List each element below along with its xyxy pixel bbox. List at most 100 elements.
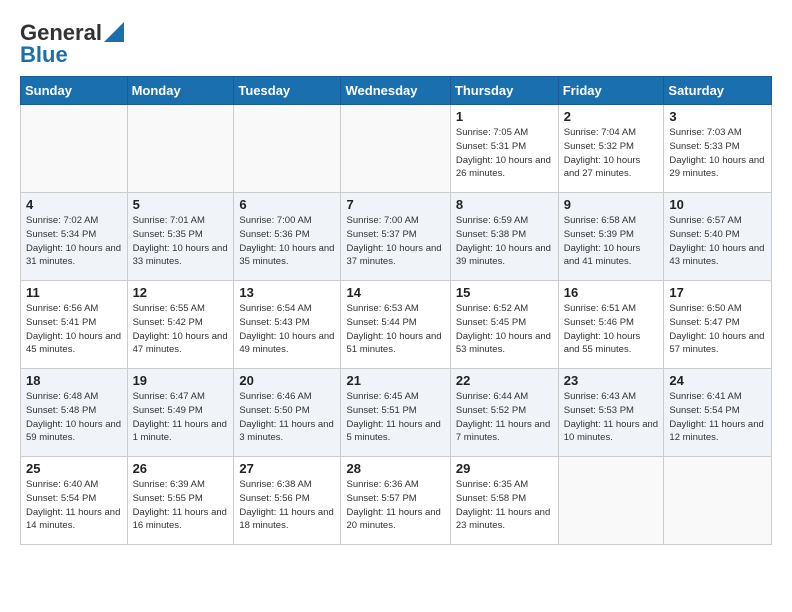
day-info: Sunrise: 6:55 AM Sunset: 5:42 PM Dayligh…: [133, 302, 229, 357]
day-info: Sunrise: 6:48 AM Sunset: 5:48 PM Dayligh…: [26, 390, 122, 445]
day-info: Sunrise: 6:53 AM Sunset: 5:44 PM Dayligh…: [346, 302, 444, 357]
day-number: 23: [564, 373, 659, 388]
day-number: 25: [26, 461, 122, 476]
day-info: Sunrise: 6:56 AM Sunset: 5:41 PM Dayligh…: [26, 302, 122, 357]
weekday-header-sunday: Sunday: [21, 77, 128, 105]
day-info: Sunrise: 6:39 AM Sunset: 5:55 PM Dayligh…: [133, 478, 229, 533]
day-number: 26: [133, 461, 229, 476]
weekday-header-thursday: Thursday: [450, 77, 558, 105]
calendar-cell: 19 Sunrise: 6:47 AM Sunset: 5:49 PM Dayli…: [127, 369, 234, 457]
calendar-cell: 28 Sunrise: 6:36 AM Sunset: 5:57 PM Dayli…: [341, 457, 450, 545]
day-number: 8: [456, 197, 553, 212]
day-info: Sunrise: 7:02 AM Sunset: 5:34 PM Dayligh…: [26, 214, 122, 269]
day-number: 2: [564, 109, 659, 124]
calendar-cell: 20 Sunrise: 6:46 AM Sunset: 5:50 PM Dayli…: [234, 369, 341, 457]
day-number: 27: [239, 461, 335, 476]
calendar-cell: 12Sunrise: 6:55 AM Sunset: 5:42 PM Dayli…: [127, 281, 234, 369]
calendar-cell: 2 Sunrise: 7:04 AM Sunset: 5:32 PM Daylig…: [558, 105, 664, 193]
logo-icon: [104, 22, 124, 42]
day-info: Sunrise: 6:57 AM Sunset: 5:40 PM Dayligh…: [669, 214, 766, 269]
logo: General Blue: [20, 20, 124, 68]
day-info: Sunrise: 6:58 AM Sunset: 5:39 PM Dayligh…: [564, 214, 659, 269]
day-info: Sunrise: 6:36 AM Sunset: 5:57 PM Dayligh…: [346, 478, 444, 533]
day-number: 1: [456, 109, 553, 124]
logo-blue: Blue: [20, 42, 68, 68]
day-info: Sunrise: 6:44 AM Sunset: 5:52 PM Dayligh…: [456, 390, 553, 445]
day-number: 19: [133, 373, 229, 388]
calendar-cell: 21 Sunrise: 6:45 AM Sunset: 5:51 PM Dayli…: [341, 369, 450, 457]
calendar-cell: 18 Sunrise: 6:48 AM Sunset: 5:48 PM Dayli…: [21, 369, 128, 457]
day-number: 16: [564, 285, 659, 300]
day-info: Sunrise: 6:41 AM Sunset: 5:54 PM Dayligh…: [669, 390, 766, 445]
day-number: 14: [346, 285, 444, 300]
calendar-cell: 3 Sunrise: 7:03 AM Sunset: 5:33 PM Daylig…: [664, 105, 772, 193]
calendar-cell: [234, 105, 341, 193]
calendar-cell: 22 Sunrise: 6:44 AM Sunset: 5:52 PM Dayli…: [450, 369, 558, 457]
weekday-header-wednesday: Wednesday: [341, 77, 450, 105]
day-number: 28: [346, 461, 444, 476]
day-info: Sunrise: 7:01 AM Sunset: 5:35 PM Dayligh…: [133, 214, 229, 269]
calendar-table: SundayMondayTuesdayWednesdayThursdayFrid…: [20, 76, 772, 545]
weekday-header-saturday: Saturday: [664, 77, 772, 105]
calendar-cell: 15Sunrise: 6:52 AM Sunset: 5:45 PM Dayli…: [450, 281, 558, 369]
day-info: Sunrise: 7:00 AM Sunset: 5:36 PM Dayligh…: [239, 214, 335, 269]
calendar-cell: [127, 105, 234, 193]
day-number: 7: [346, 197, 444, 212]
calendar-cell: 16Sunrise: 6:51 AM Sunset: 5:46 PM Dayli…: [558, 281, 664, 369]
day-info: Sunrise: 6:47 AM Sunset: 5:49 PM Dayligh…: [133, 390, 229, 445]
weekday-header-friday: Friday: [558, 77, 664, 105]
calendar-cell: 11 Sunrise: 6:56 AM Sunset: 5:41 PM Dayli…: [21, 281, 128, 369]
day-number: 29: [456, 461, 553, 476]
calendar-cell: 25Sunrise: 6:40 AM Sunset: 5:54 PM Dayli…: [21, 457, 128, 545]
calendar-cell: 13 Sunrise: 6:54 AM Sunset: 5:43 PM Dayli…: [234, 281, 341, 369]
day-number: 22: [456, 373, 553, 388]
day-number: 3: [669, 109, 766, 124]
day-info: Sunrise: 6:35 AM Sunset: 5:58 PM Dayligh…: [456, 478, 553, 533]
day-number: 21: [346, 373, 444, 388]
calendar-cell: [341, 105, 450, 193]
calendar-cell: 24 Sunrise: 6:41 AM Sunset: 5:54 PM Dayli…: [664, 369, 772, 457]
calendar-cell: 14 Sunrise: 6:53 AM Sunset: 5:44 PM Dayli…: [341, 281, 450, 369]
day-info: Sunrise: 7:04 AM Sunset: 5:32 PM Dayligh…: [564, 126, 659, 181]
day-info: Sunrise: 7:05 AM Sunset: 5:31 PM Dayligh…: [456, 126, 553, 181]
week-row-4: 18 Sunrise: 6:48 AM Sunset: 5:48 PM Dayli…: [21, 369, 772, 457]
day-number: 6: [239, 197, 335, 212]
day-number: 17: [669, 285, 766, 300]
week-row-2: 4 Sunrise: 7:02 AM Sunset: 5:34 PM Daylig…: [21, 193, 772, 281]
day-number: 15: [456, 285, 553, 300]
calendar-cell: 27 Sunrise: 6:38 AM Sunset: 5:56 PM Dayli…: [234, 457, 341, 545]
week-row-5: 25Sunrise: 6:40 AM Sunset: 5:54 PM Dayli…: [21, 457, 772, 545]
calendar-cell: [21, 105, 128, 193]
week-row-3: 11 Sunrise: 6:56 AM Sunset: 5:41 PM Dayli…: [21, 281, 772, 369]
day-info: Sunrise: 6:50 AM Sunset: 5:47 PM Dayligh…: [669, 302, 766, 357]
day-info: Sunrise: 6:45 AM Sunset: 5:51 PM Dayligh…: [346, 390, 444, 445]
calendar-cell: 7 Sunrise: 7:00 AM Sunset: 5:37 PM Daylig…: [341, 193, 450, 281]
day-number: 13: [239, 285, 335, 300]
day-number: 24: [669, 373, 766, 388]
day-info: Sunrise: 6:43 AM Sunset: 5:53 PM Dayligh…: [564, 390, 659, 445]
day-info: Sunrise: 6:38 AM Sunset: 5:56 PM Dayligh…: [239, 478, 335, 533]
weekday-header-tuesday: Tuesday: [234, 77, 341, 105]
day-number: 4: [26, 197, 122, 212]
weekday-header-monday: Monday: [127, 77, 234, 105]
calendar-cell: 26 Sunrise: 6:39 AM Sunset: 5:55 PM Dayli…: [127, 457, 234, 545]
calendar-cell: 29 Sunrise: 6:35 AM Sunset: 5:58 PM Dayli…: [450, 457, 558, 545]
calendar-cell: 9Sunrise: 6:58 AM Sunset: 5:39 PM Daylig…: [558, 193, 664, 281]
day-info: Sunrise: 7:00 AM Sunset: 5:37 PM Dayligh…: [346, 214, 444, 269]
calendar-cell: 5 Sunrise: 7:01 AM Sunset: 5:35 PM Daylig…: [127, 193, 234, 281]
page-header: General Blue: [20, 16, 772, 68]
day-number: 20: [239, 373, 335, 388]
day-number: 11: [26, 285, 122, 300]
calendar-cell: 6 Sunrise: 7:00 AM Sunset: 5:36 PM Daylig…: [234, 193, 341, 281]
day-info: Sunrise: 6:59 AM Sunset: 5:38 PM Dayligh…: [456, 214, 553, 269]
day-number: 5: [133, 197, 229, 212]
day-info: Sunrise: 6:54 AM Sunset: 5:43 PM Dayligh…: [239, 302, 335, 357]
calendar-cell: 4 Sunrise: 7:02 AM Sunset: 5:34 PM Daylig…: [21, 193, 128, 281]
calendar-cell: 10Sunrise: 6:57 AM Sunset: 5:40 PM Dayli…: [664, 193, 772, 281]
day-info: Sunrise: 6:46 AM Sunset: 5:50 PM Dayligh…: [239, 390, 335, 445]
day-info: Sunrise: 7:03 AM Sunset: 5:33 PM Dayligh…: [669, 126, 766, 181]
day-number: 18: [26, 373, 122, 388]
calendar-cell: [664, 457, 772, 545]
calendar-cell: 8 Sunrise: 6:59 AM Sunset: 5:38 PM Daylig…: [450, 193, 558, 281]
week-row-1: 1 Sunrise: 7:05 AM Sunset: 5:31 PM Daylig…: [21, 105, 772, 193]
